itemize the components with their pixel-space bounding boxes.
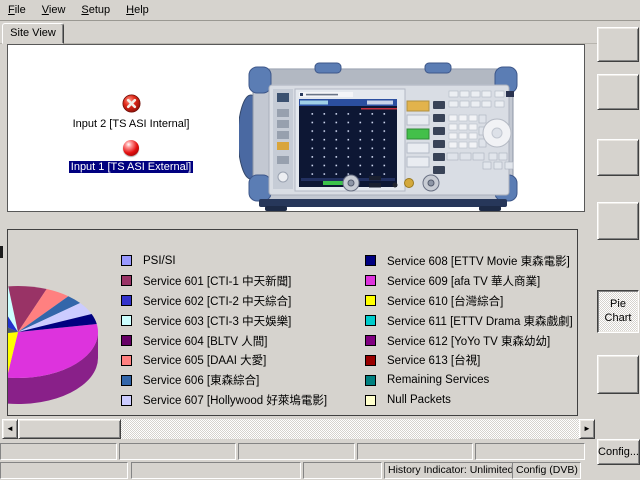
tab-site-view-label: Site View	[10, 27, 56, 39]
status-cell	[357, 443, 473, 460]
side-button-2[interactable]	[597, 74, 639, 110]
legend-label: Null Packets	[387, 394, 451, 406]
legend-label: Service 604 [BLTV 人間]	[143, 333, 267, 349]
scroll-left-button[interactable]: ◄	[2, 419, 18, 439]
history-indicator-cell: History Indicator: Unlimited	[384, 462, 513, 479]
status-cell	[238, 443, 355, 460]
legend-color-swatch	[121, 335, 132, 346]
legend-item: Service 608 [ETTV Movie 東森電影]	[365, 251, 573, 271]
menu-item-help[interactable]: Help	[126, 4, 149, 16]
side-button-6[interactable]	[597, 355, 639, 394]
legend-color-swatch	[121, 355, 132, 366]
legend-item: Service 606 [東森綜合]	[121, 370, 327, 390]
legend-item: Null Packets	[365, 390, 573, 410]
horizontal-scrollbar[interactable]: ◄ ►	[2, 419, 595, 439]
input-2-label: Input 2 [TS ASI Internal]	[71, 118, 192, 130]
status-cell	[0, 443, 117, 460]
legend-label: Service 605 [DAAI 大愛]	[143, 352, 266, 368]
status-cell	[131, 462, 301, 479]
side-button-4[interactable]	[597, 202, 639, 240]
legend-item: Service 609 [afa TV 華人商業]	[365, 271, 573, 291]
side-button-1[interactable]	[597, 27, 639, 62]
legend-item: Service 611 [ETTV Drama 東森戲劇]	[365, 311, 573, 331]
legend-color-swatch	[365, 335, 376, 346]
clipped-edge-artifact	[0, 246, 3, 258]
legend-column-right: Service 608 [ETTV Movie 東森電影] Service 609…	[365, 251, 573, 410]
legend-label: Remaining Services	[387, 374, 489, 386]
menu-item-file[interactable]: File	[8, 4, 26, 16]
legend-label: Service 611 [ETTV Drama 東森戲劇]	[387, 313, 573, 329]
error-status-icon	[122, 94, 141, 116]
legend-color-swatch	[121, 255, 132, 266]
legend-label: Service 607 [Hollywood 好萊塢電影]	[143, 392, 327, 408]
config-button[interactable]: Config...	[597, 439, 640, 465]
legend-color-swatch	[365, 255, 376, 266]
legend-item: Service 605 [DAAI 大愛]	[121, 350, 327, 370]
legend-color-swatch	[121, 375, 132, 386]
scrollbar-thumb[interactable]	[18, 419, 121, 439]
legend-item: Service 601 [CTI-1 中天新聞]	[121, 271, 327, 291]
legend-color-swatch	[121, 275, 132, 286]
legend-item: Service 604 [BLTV 人間]	[121, 331, 327, 351]
legend-color-swatch	[365, 295, 376, 306]
status-cell	[0, 462, 128, 479]
legend-color-swatch	[365, 375, 376, 386]
legend-item: Service 612 [YoYo TV 東森幼幼]	[365, 331, 573, 351]
ok-status-icon	[123, 140, 139, 156]
legend-column-left: PSI/SI Service 601 [CTI-1 中天新聞] Service 60…	[121, 251, 327, 410]
config-status-cell: Config (DVB)	[512, 462, 581, 479]
input-1-label: Input 1 [TS ASI External]	[69, 161, 193, 173]
legend-label: Service 612 [YoYo TV 東森幼幼]	[387, 333, 550, 349]
pie-chart-button[interactable]: Pie Chart	[597, 290, 639, 333]
menu-bar: File View Setup Help	[0, 0, 640, 21]
legend-item: PSI/SI	[121, 251, 327, 271]
legend-color-swatch	[365, 395, 376, 406]
legend-color-swatch	[121, 395, 132, 406]
status-cell	[475, 443, 585, 460]
legend-item: Service 602 [CTI-2 中天綜合]	[121, 291, 327, 311]
legend-color-swatch	[121, 315, 132, 326]
legend-color-swatch	[121, 295, 132, 306]
constellation-grid	[305, 113, 393, 175]
menu-item-setup[interactable]: Setup	[81, 4, 110, 16]
application-window: File View Setup Help Site View	[0, 0, 640, 480]
pie-chart	[8, 282, 118, 412]
legend-label: Service 610 [台灣綜合]	[387, 293, 503, 309]
side-button-3[interactable]	[597, 139, 639, 176]
status-cell	[119, 443, 236, 460]
legend-color-swatch	[365, 275, 376, 286]
tab-site-view[interactable]: Site View	[2, 23, 64, 44]
instrument-image	[239, 61, 523, 211]
input-node-2[interactable]: Input 2 [TS ASI Internal]	[48, 94, 214, 130]
input-node-1[interactable]: Input 1 [TS ASI External]	[48, 140, 214, 173]
legend-item: Service 613 [台視]	[365, 350, 573, 370]
status-cell	[303, 462, 382, 479]
legend-item: Remaining Services	[365, 370, 573, 390]
legend-item: Service 610 [台灣綜合]	[365, 291, 573, 311]
legend-label: Service 608 [ETTV Movie 東森電影]	[387, 253, 570, 269]
pie-chart-panel: PSI/SI Service 601 [CTI-1 中天新聞] Service 60…	[7, 229, 578, 416]
legend-label: Service 606 [東森綜合]	[143, 372, 259, 388]
legend-label: PSI/SI	[143, 255, 176, 267]
legend-color-swatch	[365, 355, 376, 366]
legend-label: Service 609 [afa TV 華人商業]	[387, 273, 540, 289]
legend-label: Service 603 [CTI-3 中天娛樂]	[143, 313, 291, 329]
scroll-right-button[interactable]: ►	[579, 419, 595, 439]
legend-label: Service 602 [CTI-2 中天綜合]	[143, 293, 291, 309]
legend-label: Service 601 [CTI-1 中天新聞]	[143, 273, 291, 289]
legend-item: Service 603 [CTI-3 中天娛樂]	[121, 311, 327, 331]
site-view-panel: Input 2 [TS ASI Internal] Input 1 [TS AS…	[7, 44, 585, 212]
legend-color-swatch	[365, 315, 376, 326]
legend-item: Service 607 [Hollywood 好萊塢電影]	[121, 390, 327, 410]
legend-label: Service 613 [台視]	[387, 352, 480, 368]
sma-connector	[405, 179, 414, 188]
menu-item-view[interactable]: View	[42, 4, 66, 16]
tab-strip: Site View	[0, 22, 597, 44]
